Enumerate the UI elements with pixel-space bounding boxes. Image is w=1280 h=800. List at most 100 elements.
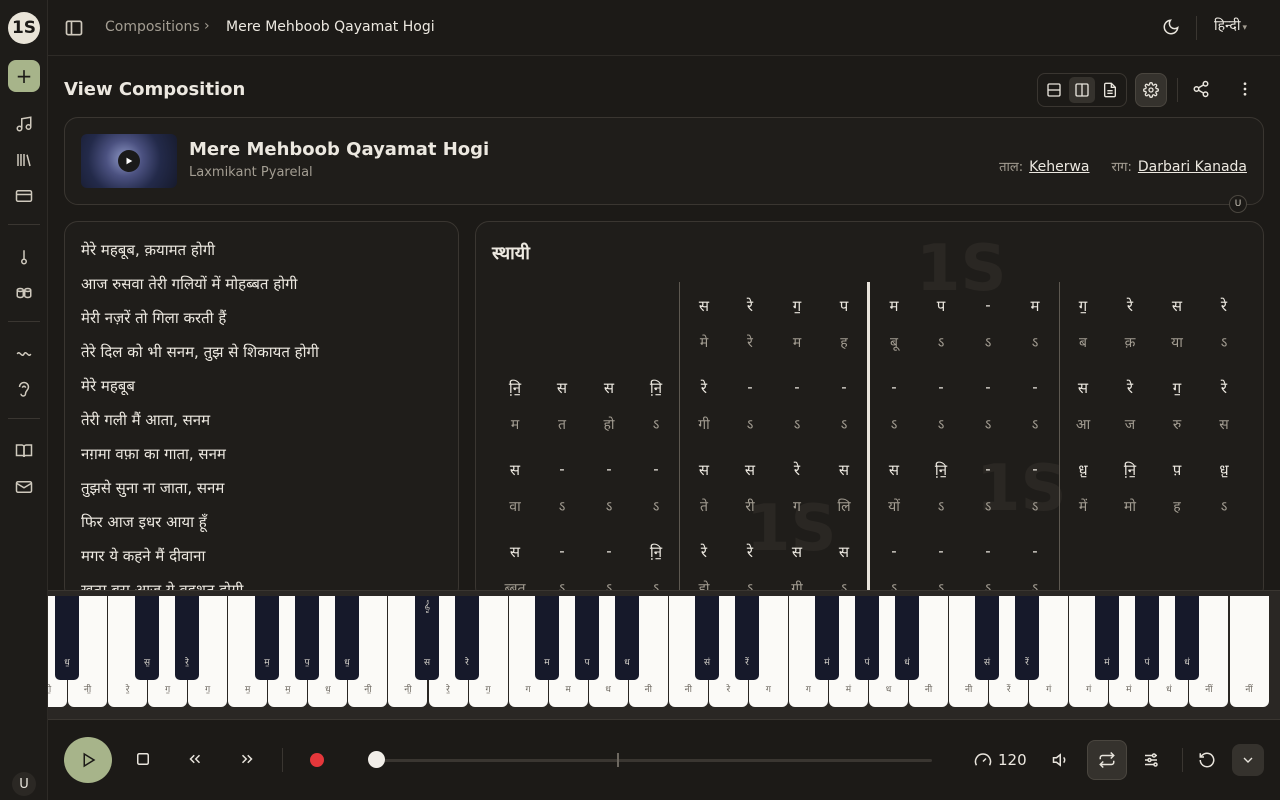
lyric-line[interactable]: मेरी नज़रें तो गिला करती हैं: [81, 308, 226, 328]
music-note-icon[interactable]: [12, 112, 36, 136]
lyric-line[interactable]: तुझसे सुना ना जाता, सनम: [81, 478, 224, 498]
record-button[interactable]: [310, 753, 324, 767]
lyric-line[interactable]: मेरे महबूब: [81, 376, 135, 396]
swar-note[interactable]: रे: [735, 542, 765, 562]
swar-note[interactable]: -: [594, 542, 624, 560]
swar-note[interactable]: प़: [1162, 460, 1192, 480]
piano-black-key[interactable]: रें: [1015, 596, 1039, 680]
swar-note[interactable]: रे: [1115, 296, 1145, 316]
theme-toggle-moon-icon[interactable]: [1162, 18, 1182, 38]
tempo-value[interactable]: 120: [998, 751, 1027, 769]
piano-black-key[interactable]: स॒: [135, 596, 159, 680]
sliders-icon[interactable]: [1142, 751, 1162, 771]
swar-note[interactable]: -: [735, 378, 765, 396]
layout-stacked-icon[interactable]: [1041, 77, 1068, 103]
reset-icon[interactable]: [1198, 751, 1218, 771]
swar-note[interactable]: स: [500, 460, 530, 480]
swar-note[interactable]: -: [973, 378, 1003, 396]
piano-black-key[interactable]: ध॒: [335, 596, 359, 680]
song-thumbnail[interactable]: [81, 134, 177, 188]
thumbnail-play-icon[interactable]: [118, 150, 140, 172]
piano-black-key[interactable]: धं: [1175, 596, 1199, 680]
swar-note[interactable]: -: [547, 460, 577, 478]
breadcrumb-compositions[interactable]: Compositions: [105, 19, 200, 35]
layout-document-icon[interactable]: [1096, 77, 1123, 103]
piano-black-key[interactable]: धं: [895, 596, 919, 680]
book-icon[interactable]: [12, 439, 36, 463]
language-select[interactable]: हिन्दी ▾: [1214, 16, 1247, 35]
swar-note[interactable]: नि़॒: [641, 378, 671, 398]
piano-black-key[interactable]: पं: [855, 596, 879, 680]
swar-note[interactable]: स: [1068, 378, 1098, 398]
swar-note[interactable]: स: [594, 378, 624, 398]
ear-icon[interactable]: [12, 378, 36, 402]
piano-black-key[interactable]: ध॒: [55, 596, 79, 680]
swar-note[interactable]: रे: [1115, 378, 1145, 398]
swar-note[interactable]: नि़॒: [641, 542, 671, 562]
swar-note[interactable]: -: [1020, 460, 1050, 478]
swar-note[interactable]: स: [1162, 296, 1192, 316]
tabla-icon[interactable]: [12, 281, 36, 305]
lyric-line[interactable]: मेरे महबूब, क़यामत होगी: [81, 240, 215, 260]
lyric-line[interactable]: आज रुसवा तेरी गलियों में मोहब्बत होगी: [81, 274, 297, 294]
piano-black-key[interactable]: मं: [1095, 596, 1119, 680]
new-composition-button[interactable]: +: [8, 60, 40, 92]
lyric-line[interactable]: मगर ये कहने मैं दीवाना: [81, 546, 205, 566]
swar-note[interactable]: नि़॒: [1115, 460, 1145, 480]
swar-note[interactable]: -: [641, 460, 671, 478]
piano-black-key[interactable]: 𝄞 स: [415, 596, 439, 680]
swar-note[interactable]: -: [829, 378, 859, 396]
piano-black-key[interactable]: प॒: [295, 596, 319, 680]
credit-card-icon[interactable]: [12, 184, 36, 208]
piano-black-key[interactable]: म॒: [255, 596, 279, 680]
swar-note[interactable]: नि़॒: [926, 460, 956, 480]
swar-note[interactable]: ग॒: [782, 296, 812, 316]
lyric-line[interactable]: नग़मा वफ़ा का गाता, सनम: [81, 444, 226, 464]
swar-note[interactable]: म: [1020, 296, 1050, 316]
swar-note[interactable]: -: [879, 542, 909, 560]
rewind-icon[interactable]: [186, 750, 206, 770]
swar-note[interactable]: रे: [1209, 296, 1239, 316]
swar-note[interactable]: स: [829, 460, 859, 480]
lyric-line[interactable]: तेरी गली मैं आता, सनम: [81, 410, 210, 430]
layout-split-icon[interactable]: [1068, 77, 1096, 103]
collapse-button[interactable]: [1232, 744, 1264, 776]
swar-note[interactable]: स: [547, 378, 577, 398]
lyric-line[interactable]: फिर आज इधर आया हूँ: [81, 512, 207, 532]
raag-link[interactable]: Darbari Kanada: [1138, 159, 1247, 175]
piano-black-key[interactable]: पं: [1135, 596, 1159, 680]
swar-note[interactable]: ध़॒: [1068, 460, 1098, 480]
piano-black-key[interactable]: रें: [735, 596, 759, 680]
swar-note[interactable]: म: [879, 296, 909, 316]
piano-black-key[interactable]: सं: [695, 596, 719, 680]
swar-note[interactable]: -: [594, 460, 624, 478]
swar-note[interactable]: -: [926, 542, 956, 560]
swar-note[interactable]: स: [689, 460, 719, 480]
swar-note[interactable]: -: [1020, 378, 1050, 396]
play-button[interactable]: [64, 737, 112, 783]
swar-note[interactable]: स: [879, 460, 909, 480]
swar-note[interactable]: ग॒: [1068, 296, 1098, 316]
taal-link[interactable]: Keherwa: [1029, 159, 1089, 175]
swar-note[interactable]: -: [973, 296, 1003, 314]
swar-note[interactable]: ग॒: [1162, 378, 1192, 398]
swar-note[interactable]: नि़॒: [500, 378, 530, 398]
stop-icon[interactable]: [134, 750, 154, 770]
piano-black-key[interactable]: रे: [455, 596, 479, 680]
swar-note[interactable]: -: [1020, 542, 1050, 560]
swar-note[interactable]: प: [926, 296, 956, 316]
swar-note[interactable]: -: [973, 460, 1003, 478]
swar-note[interactable]: -: [547, 542, 577, 560]
swar-note[interactable]: रे: [689, 378, 719, 398]
app-logo[interactable]: 1S: [8, 12, 40, 44]
swar-note[interactable]: स: [829, 542, 859, 562]
piano-black-key[interactable]: प: [575, 596, 599, 680]
swar-note[interactable]: स: [500, 542, 530, 562]
swar-note[interactable]: रे: [782, 460, 812, 480]
more-options-icon[interactable]: [1236, 80, 1256, 100]
mail-icon[interactable]: [12, 475, 36, 499]
fast-forward-icon[interactable]: [238, 750, 258, 770]
swar-note[interactable]: रे: [1209, 378, 1239, 398]
piano-black-key[interactable]: ध: [615, 596, 639, 680]
swar-note[interactable]: स: [782, 542, 812, 562]
